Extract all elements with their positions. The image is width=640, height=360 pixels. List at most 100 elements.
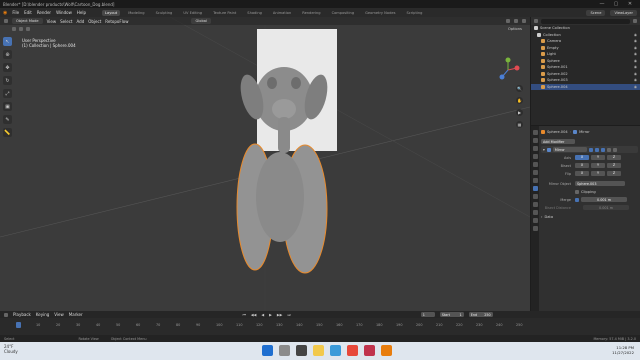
edge-browser-icon[interactable] bbox=[330, 345, 341, 356]
cursor-tool-icon[interactable]: ⊕ bbox=[3, 50, 12, 59]
data-subpanel[interactable]: › Data bbox=[541, 213, 638, 220]
flip-y-toggle[interactable]: Y bbox=[591, 171, 605, 176]
tab-shading[interactable]: Shading bbox=[244, 10, 265, 16]
perspective-toggle-icon[interactable]: ▦ bbox=[516, 121, 523, 128]
axis-x-toggle[interactable]: X bbox=[575, 155, 589, 160]
viewport-menu-add[interactable]: Add bbox=[76, 19, 84, 24]
modifier-close-icon[interactable] bbox=[612, 147, 617, 152]
physics-tab-icon[interactable] bbox=[532, 202, 538, 207]
modifier-dropdown-icon[interactable] bbox=[606, 147, 611, 152]
mirror-object-field[interactable]: Sphere.003 bbox=[575, 181, 625, 186]
measure-tool-icon[interactable]: 📏 bbox=[3, 128, 12, 137]
tab-scripting[interactable]: Scripting bbox=[403, 10, 425, 16]
jump-end-icon[interactable]: ⏭ bbox=[287, 313, 290, 317]
pan-hand-icon[interactable]: ✋ bbox=[516, 97, 523, 104]
visibility-eye-icon[interactable]: ◉ bbox=[634, 85, 637, 89]
shading-material-icon[interactable] bbox=[514, 19, 518, 23]
start-windows-icon[interactable] bbox=[262, 345, 273, 356]
timeline-menu-marker[interactable]: Marker bbox=[69, 312, 83, 317]
timeline-ruler[interactable]: 1102030405060708090100110120130140150160… bbox=[0, 322, 530, 331]
scene-selector[interactable]: Scene bbox=[586, 9, 606, 16]
visibility-eye-icon[interactable]: ◉ bbox=[634, 72, 637, 76]
tab-modeling[interactable]: Modeling bbox=[125, 10, 147, 16]
current-frame-field[interactable]: 1 bbox=[420, 312, 435, 317]
next-keyframe-icon[interactable]: ▶▶ bbox=[277, 313, 283, 317]
chrome-browser-icon[interactable] bbox=[347, 345, 358, 356]
mode-selector[interactable]: Object Mode bbox=[12, 18, 43, 24]
output-tab-icon[interactable] bbox=[532, 146, 538, 151]
zoom-icon[interactable]: 🔍 bbox=[516, 85, 523, 92]
visibility-eye-icon[interactable]: ◉ bbox=[634, 46, 637, 50]
clipping-checkbox[interactable] bbox=[575, 189, 579, 194]
prev-keyframe-icon[interactable]: ◀◀ bbox=[251, 313, 257, 317]
visibility-eye-icon[interactable]: ◉ bbox=[634, 39, 637, 43]
play-icon[interactable]: ▶ bbox=[269, 313, 272, 317]
app-icon[interactable] bbox=[364, 345, 375, 356]
maximize-button[interactable]: ▢ bbox=[609, 1, 623, 7]
blender-logo-icon[interactable]: ◉ bbox=[3, 10, 7, 16]
menu-help[interactable]: Help bbox=[77, 10, 86, 15]
select-box-icon[interactable] bbox=[12, 27, 16, 31]
tab-geometry-nodes[interactable]: Geometry Nodes bbox=[362, 10, 398, 16]
bisect-x-toggle[interactable]: X bbox=[575, 163, 589, 168]
view-layer-selector[interactable]: ViewLayer bbox=[610, 9, 637, 16]
tab-sculpting[interactable]: Sculpting bbox=[153, 10, 176, 16]
merge-distance-field[interactable]: 0.001 m bbox=[581, 197, 627, 202]
transform-tool-icon[interactable]: ▣ bbox=[3, 102, 12, 111]
search-icon[interactable] bbox=[279, 345, 290, 356]
flip-x-toggle[interactable]: X bbox=[575, 171, 589, 176]
merge-checkbox[interactable] bbox=[575, 197, 579, 202]
timeline-menu-view[interactable]: View bbox=[54, 312, 64, 317]
axis-y-toggle[interactable]: Y bbox=[591, 155, 605, 160]
visibility-eye-icon[interactable]: ◉ bbox=[634, 59, 637, 63]
tab-animation[interactable]: Animation bbox=[270, 10, 294, 16]
modifier-tab-icon[interactable] bbox=[532, 186, 538, 191]
move-tool-icon[interactable]: ✥ bbox=[3, 63, 12, 72]
file-explorer-icon[interactable] bbox=[313, 345, 324, 356]
flip-z-toggle[interactable]: Z bbox=[607, 171, 621, 176]
render-tab-icon[interactable] bbox=[532, 138, 538, 143]
object-tab-icon[interactable] bbox=[532, 178, 538, 183]
tool-tab-icon[interactable] bbox=[532, 130, 538, 135]
constraints-tab-icon[interactable] bbox=[532, 210, 538, 215]
material-tab-icon[interactable] bbox=[532, 226, 538, 231]
shading-solid-icon[interactable] bbox=[506, 19, 510, 23]
menu-edit[interactable]: Edit bbox=[24, 10, 32, 15]
menu-file[interactable]: File bbox=[12, 10, 19, 15]
axis-z-toggle[interactable]: Z bbox=[607, 155, 621, 160]
collapse-chevron-icon[interactable]: ▾ bbox=[543, 148, 545, 152]
playhead[interactable] bbox=[16, 322, 21, 328]
bisect-y-toggle[interactable]: Y bbox=[591, 163, 605, 168]
filter-icon[interactable] bbox=[633, 19, 637, 23]
timeline-editor-icon[interactable] bbox=[4, 312, 8, 317]
outliner-editor-icon[interactable] bbox=[534, 19, 538, 23]
annotate-tool-icon[interactable]: ✎ bbox=[3, 115, 12, 124]
navigation-gizmo[interactable] bbox=[495, 57, 521, 83]
visibility-eye-icon[interactable]: ◉ bbox=[634, 52, 637, 56]
start-frame-field[interactable]: Start 1 bbox=[439, 312, 464, 317]
particles-tab-icon[interactable] bbox=[532, 194, 538, 199]
menu-window[interactable]: Window bbox=[56, 10, 72, 15]
jump-start-icon[interactable]: ⏮ bbox=[243, 313, 246, 317]
render-toggle-icon[interactable] bbox=[600, 147, 605, 152]
viewport-menu-object[interactable]: Object bbox=[88, 19, 101, 24]
add-modifier-button[interactable]: Add Modifier bbox=[541, 139, 575, 144]
edit-mode-toggle-icon[interactable] bbox=[588, 147, 593, 152]
play-reverse-icon[interactable]: ◀ bbox=[261, 313, 264, 317]
minimize-button[interactable]: — bbox=[595, 1, 609, 7]
blender-app-icon[interactable] bbox=[381, 345, 392, 356]
system-clock[interactable]: 11:28 PM 11/27/2022 bbox=[612, 345, 634, 355]
modifier-name-input[interactable]: Mirror bbox=[552, 147, 587, 152]
outliner-item[interactable]: Sphere.004 ◉ bbox=[531, 83, 640, 90]
viewport-display-toggle-icon[interactable] bbox=[594, 147, 599, 152]
select-extend-icon[interactable] bbox=[19, 27, 23, 31]
bisect-distance-field[interactable]: 0.001 m bbox=[583, 205, 629, 210]
timeline-menu-playback[interactable]: Playback bbox=[13, 312, 31, 317]
orientation-selector[interactable]: Global bbox=[191, 18, 211, 24]
task-view-icon[interactable] bbox=[296, 345, 307, 356]
bisect-z-toggle[interactable]: Z bbox=[607, 163, 621, 168]
scene-tab-icon[interactable] bbox=[532, 162, 538, 167]
end-frame-field[interactable]: End 250 bbox=[468, 312, 493, 317]
viewport-menu-select[interactable]: Select bbox=[60, 19, 72, 24]
shading-rendered-icon[interactable] bbox=[522, 19, 526, 23]
